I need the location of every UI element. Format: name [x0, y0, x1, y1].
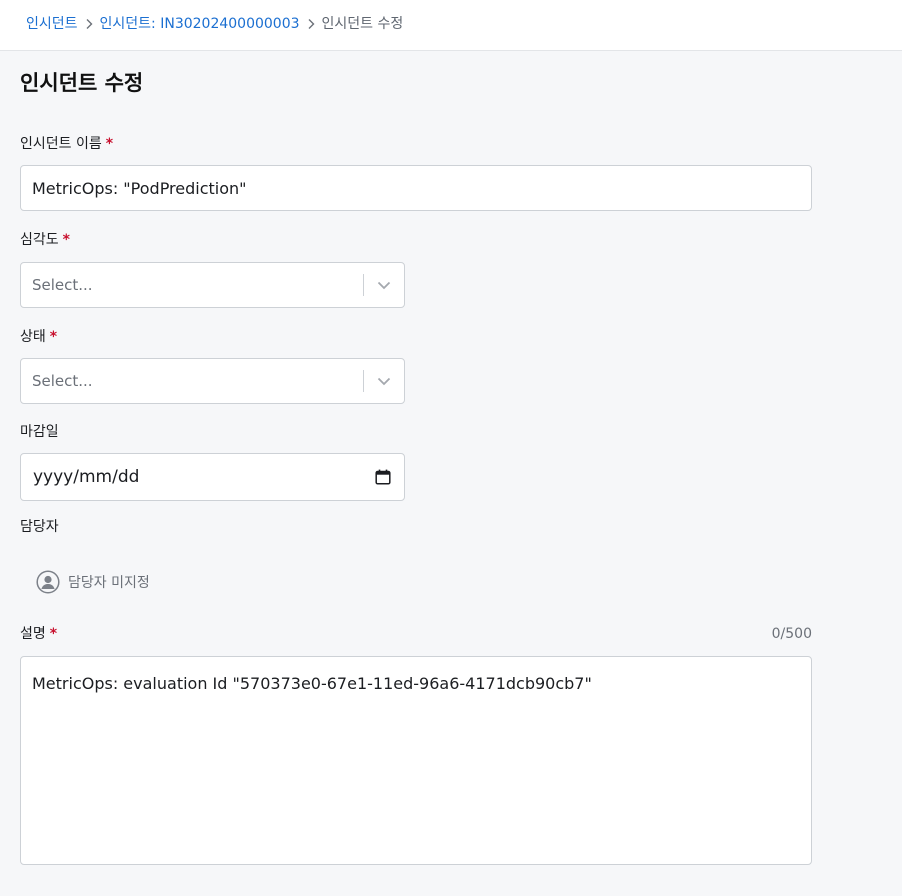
severity-placeholder: Select... — [32, 276, 93, 294]
character-counter: 0/500 — [771, 626, 812, 642]
chevron-down-icon[interactable] — [364, 359, 404, 403]
severity-label: 심각도 * — [20, 230, 70, 250]
assignee-value: 담당자 미지정 — [68, 575, 150, 591]
user-circle-icon — [36, 570, 60, 594]
description-label-text: 설명 — [20, 626, 46, 642]
assignee-selector[interactable]: 담당자 미지정 — [36, 570, 150, 594]
breadcrumb: 인시던트 인시던트: IN30202400000003 인시던트 수정 — [26, 14, 403, 34]
description-label: 설명 * — [20, 624, 57, 644]
assignee-label: 담당자 — [20, 519, 59, 535]
due-date-value: yyyy/mm/dd — [33, 467, 140, 487]
description-textarea[interactable]: MetricOps: evaluation Id "570373e0-67e1-… — [20, 656, 812, 865]
due-date-input[interactable]: yyyy/mm/dd — [20, 453, 405, 501]
required-mark: * — [105, 136, 114, 152]
description-value: MetricOps: evaluation Id "570373e0-67e1-… — [32, 674, 592, 693]
required-mark: * — [49, 626, 58, 642]
due-date-label: 마감일 — [20, 424, 59, 440]
breadcrumb-current: 인시던트 수정 — [321, 16, 404, 32]
chevron-right-icon — [78, 14, 100, 34]
breadcrumb-incident-link[interactable]: 인시던트: IN30202400000003 — [100, 14, 300, 34]
incident-name-label: 인시던트 이름 * — [20, 134, 113, 154]
breadcrumb-incidents-link[interactable]: 인시던트 — [26, 14, 78, 34]
status-label: 상태 * — [20, 327, 57, 347]
status-placeholder: Select... — [32, 372, 93, 390]
incident-name-input[interactable]: MetricOps: "PodPrediction" — [20, 165, 812, 211]
chevron-down-icon[interactable] — [364, 263, 404, 307]
severity-label-text: 심각도 — [20, 232, 59, 248]
incident-name-label-text: 인시던트 이름 — [20, 136, 102, 152]
required-mark: * — [62, 232, 70, 248]
page-title: 인시던트 수정 — [20, 71, 144, 95]
severity-select[interactable]: Select... — [20, 262, 405, 308]
status-label-text: 상태 — [20, 329, 46, 345]
status-select[interactable]: Select... — [20, 358, 405, 404]
incident-name-value: MetricOps: "PodPrediction" — [32, 178, 247, 198]
top-bar: 인시던트 인시던트: IN30202400000003 인시던트 수정 — [0, 0, 902, 51]
calendar-icon[interactable] — [374, 468, 392, 486]
chevron-right-icon — [300, 14, 322, 34]
required-mark: * — [49, 329, 58, 345]
